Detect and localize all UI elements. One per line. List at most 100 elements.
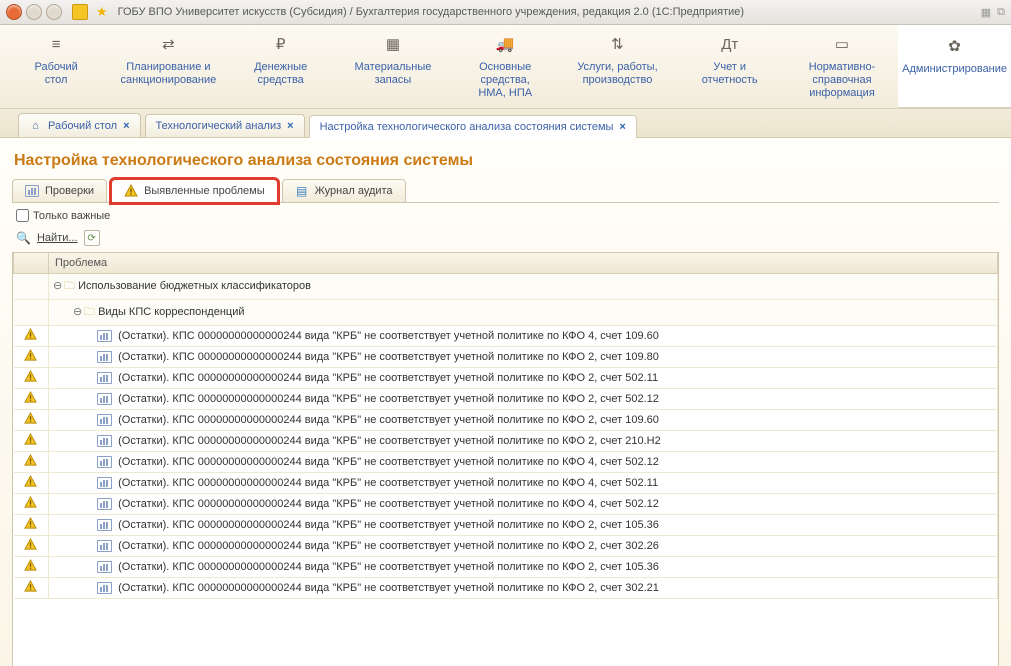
nav-label: Администрирование (902, 63, 1007, 76)
table-row[interactable]: (Остатки). КПС 00000000000000244 вида "К… (14, 494, 998, 515)
page-title: Настройка технологического анализа состо… (14, 152, 999, 170)
tab-problems[interactable]: Выявленные проблемы (111, 179, 278, 203)
window-maximize-button[interactable] (46, 4, 62, 20)
doctab-settings-analysis[interactable]: Настройка технологического анализа состо… (309, 115, 637, 138)
table-row[interactable]: (Остатки). КПС 00000000000000244 вида "К… (14, 452, 998, 473)
table-row[interactable]: (Остатки). КПС 00000000000000244 вида "К… (14, 326, 998, 347)
tab-label: Проверки (45, 185, 94, 197)
tab-label: Выявленные проблемы (144, 185, 265, 197)
table-row[interactable]: (Остатки). КПС 00000000000000244 вида "К… (14, 410, 998, 431)
doctab-label: Технологический анализ (156, 120, 282, 132)
nav-label: Планирование исанкционирование (116, 61, 220, 87)
row-text: (Остатки). КПС 00000000000000244 вида "К… (118, 477, 658, 489)
chart-icon (97, 414, 112, 426)
group-row[interactable]: ⊖🗀 Виды КПС корреспонденций (14, 300, 998, 326)
tab-audit-journal[interactable]: ▤ Журнал аудита (282, 179, 406, 203)
window-close-button[interactable] (6, 4, 22, 20)
group-row[interactable]: ⊖🗀 Использование бюджетных классификатор… (14, 274, 998, 300)
nav-item-5[interactable]: ⇅Услуги, работы,производство (561, 25, 673, 108)
close-icon[interactable]: × (123, 120, 129, 132)
nav-item-3[interactable]: ▦Материальныезапасы (337, 25, 449, 108)
row-text: (Остатки). КПС 00000000000000244 вида "К… (118, 393, 659, 405)
row-warning-icon (14, 578, 49, 599)
close-icon[interactable]: × (287, 120, 293, 132)
nav-item-4[interactable]: 🚚 Основные средства,НМА, НПА (449, 25, 561, 108)
nav-icon: Дт (678, 35, 782, 53)
table-row[interactable]: (Остатки). КПС 00000000000000244 вида "К… (14, 389, 998, 410)
refresh-icon[interactable]: ⟳ (84, 230, 100, 246)
only-important-checkbox[interactable]: Только важные (16, 209, 110, 222)
section-tabs: Проверки Выявленные проблемы ▤ Журнал ау… (12, 178, 999, 203)
row-warning-icon (14, 410, 49, 431)
table-row[interactable]: (Остатки). КПС 00000000000000244 вида "К… (14, 557, 998, 578)
collapse-icon[interactable]: ⊖ (53, 279, 62, 292)
table-row[interactable]: (Остатки). КПС 00000000000000244 вида "К… (14, 578, 998, 599)
toolbar-icon-1[interactable]: ▦ (981, 6, 991, 19)
table-row[interactable]: (Остатки). КПС 00000000000000244 вида "К… (14, 347, 998, 368)
nav-icon: ₽ (229, 35, 333, 53)
checkbox-label: Только важные (33, 210, 110, 222)
tab-checks[interactable]: Проверки (12, 179, 107, 203)
row-text: (Остатки). КПС 00000000000000244 вида "К… (118, 561, 659, 573)
window-minimize-button[interactable] (26, 4, 42, 20)
table-row[interactable]: (Остатки). КПС 00000000000000244 вида "К… (14, 368, 998, 389)
nav-item-8[interactable]: ✿Администрирование (898, 25, 1011, 108)
chart-icon (97, 561, 112, 573)
row-warning-icon (14, 326, 49, 347)
nav-label: Нормативно-справочнаяинформация (790, 61, 894, 100)
nav-label: Основные средства,НМА, НПА (453, 61, 557, 100)
row-warning-icon (14, 494, 49, 515)
folder-icon: 🗀 (64, 280, 75, 292)
table-row[interactable]: (Остатки). КПС 00000000000000244 вида "К… (14, 473, 998, 494)
chart-icon (97, 393, 112, 405)
nav-item-7[interactable]: ▭Нормативно-справочнаяинформация (786, 25, 898, 108)
row-warning-icon (14, 431, 49, 452)
row-text: (Остатки). КПС 00000000000000244 вида "К… (118, 519, 659, 531)
nav-icon: ≡ (4, 35, 108, 53)
row-text: (Остатки). КПС 00000000000000244 вида "К… (118, 372, 658, 384)
search-icon[interactable]: 🔍 (16, 231, 31, 245)
nav-item-2[interactable]: ₽ Денежныесредства (225, 25, 337, 108)
home-icon: ⌂ (29, 119, 42, 132)
warning-icon (124, 184, 138, 198)
nav-label: Услуги, работы,производство (565, 61, 669, 87)
nav-item-1[interactable]: ⇄ Планирование исанкционирование (112, 25, 224, 108)
toolbar-icon-2[interactable]: ⧉ (997, 6, 1005, 19)
nav-label: Рабочийстол (4, 61, 108, 87)
row-text: (Остатки). КПС 00000000000000244 вида "К… (118, 435, 661, 447)
doctab-tech-analysis[interactable]: Технологический анализ × (145, 114, 305, 137)
chart-icon (97, 582, 112, 594)
row-warning-icon (14, 452, 49, 473)
close-icon[interactable]: × (619, 121, 625, 133)
checkbox-input[interactable] (16, 209, 29, 222)
chart-icon (97, 372, 112, 384)
chart-icon (97, 540, 112, 552)
nav-icon: ⇄ (116, 35, 220, 53)
doctab-desktop[interactable]: ⌂ Рабочий стол × (18, 113, 141, 137)
doctab-label: Настройка технологического анализа состо… (320, 121, 614, 133)
nav-item-0[interactable]: ≡ Рабочийстол (0, 25, 112, 108)
col-problem[interactable]: Проблема (49, 253, 998, 274)
favorite-icon[interactable]: ★ (96, 4, 108, 20)
col-icon[interactable] (14, 253, 49, 274)
collapse-icon[interactable]: ⊖ (73, 305, 82, 318)
row-text: (Остатки). КПС 00000000000000244 вида "К… (118, 414, 659, 426)
find-link[interactable]: Найти... (37, 232, 78, 244)
journal-icon: ▤ (295, 184, 309, 198)
row-warning-icon (14, 368, 49, 389)
titlebar: ★ ГОБУ ВПО Университет искусств (Субсиди… (0, 0, 1011, 25)
nav-label: Учет иотчетность (678, 61, 782, 87)
row-text: (Остатки). КПС 00000000000000244 вида "К… (118, 456, 659, 468)
nav-icon: 🚚 (453, 35, 557, 53)
problems-table[interactable]: Проблема ⊖🗀 Использование бюджетных клас… (12, 252, 999, 666)
table-row[interactable]: (Остатки). КПС 00000000000000244 вида "К… (14, 431, 998, 452)
table-row[interactable]: (Остатки). КПС 00000000000000244 вида "К… (14, 515, 998, 536)
row-warning-icon (14, 536, 49, 557)
nav-label: Денежныесредства (229, 61, 333, 87)
row-warning-icon (14, 557, 49, 578)
chart-icon (97, 456, 112, 468)
row-text: (Остатки). КПС 00000000000000244 вида "К… (118, 540, 659, 552)
nav-item-6[interactable]: Дт Учет иотчетность (674, 25, 786, 108)
find-bar: 🔍 Найти... ⟳ (12, 228, 999, 252)
table-row[interactable]: (Остатки). КПС 00000000000000244 вида "К… (14, 536, 998, 557)
